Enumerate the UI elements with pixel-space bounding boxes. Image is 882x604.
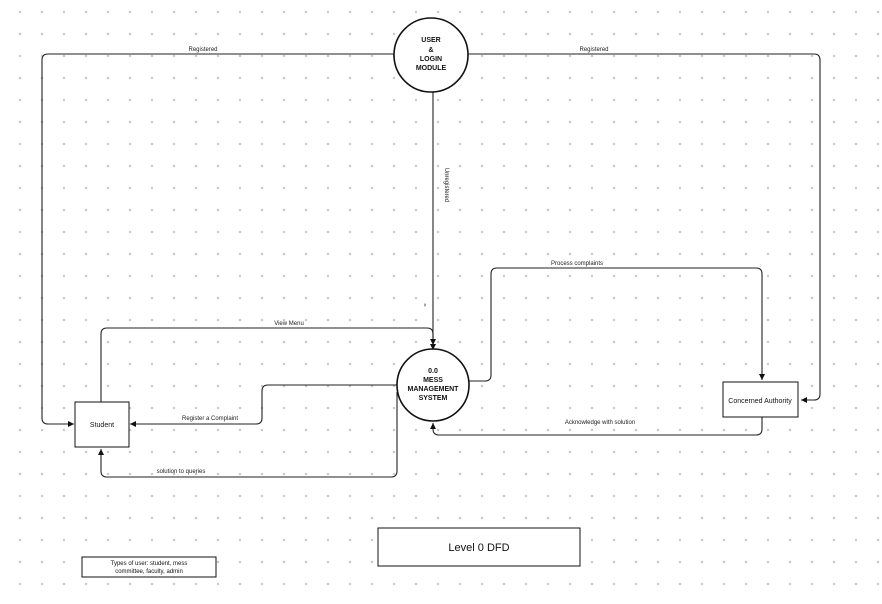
process-user-login-line: MODULE bbox=[416, 65, 447, 72]
dfd-canvas: USER & LOGIN MODULE 0.0 MESS MANAGEMENT … bbox=[41, 17, 821, 578]
label-acknowledge: Acknowledge with solution bbox=[565, 420, 635, 426]
process-user-login-line: & bbox=[428, 47, 433, 54]
label-registered-left: Registered bbox=[188, 47, 217, 53]
flow-process-complaints bbox=[469, 267, 765, 382]
note-line-1: Types of user: student, mess bbox=[111, 561, 188, 567]
process-mess-line: MESS bbox=[423, 377, 443, 384]
flow-registered-left bbox=[41, 53, 394, 427]
diagram-title: Level 0 DFD bbox=[448, 542, 509, 554]
flow-solution-queries bbox=[98, 392, 398, 478]
process-user-login[interactable]: USER & LOGIN MODULE bbox=[393, 17, 469, 93]
flow-register-complaint bbox=[130, 384, 397, 427]
label-unregistered: Unregistered bbox=[443, 168, 449, 202]
user-types-note: Types of user: student, mess committee, … bbox=[81, 556, 217, 578]
process-mess-line: MANAGEMENT bbox=[408, 386, 460, 393]
flow-view-menu bbox=[100, 327, 436, 402]
entity-student[interactable]: Student bbox=[74, 401, 130, 448]
process-user-login-line: LOGIN bbox=[420, 56, 442, 63]
process-user-login-line: USER bbox=[421, 37, 440, 44]
entity-authority-label: Concerned Authority bbox=[728, 398, 792, 405]
label-registered-right: Registered bbox=[579, 47, 608, 53]
label-view-menu: View Menu bbox=[274, 321, 304, 327]
note-line-2: committee, faculty, admin bbox=[115, 569, 183, 575]
entity-student-label: Student bbox=[90, 422, 114, 429]
process-mess-line: 0.0 bbox=[428, 368, 438, 375]
process-mess-line: SYSTEM bbox=[419, 395, 448, 402]
flow-registered-right bbox=[468, 53, 821, 403]
stray-mark: ≈ bbox=[421, 303, 427, 307]
label-process-complaints: Process complaints bbox=[551, 261, 603, 267]
label-solution-queries: solution to queries bbox=[157, 469, 206, 475]
label-register-complaint: Register a Complaint bbox=[182, 416, 238, 422]
process-mess-management[interactable]: 0.0 MESS MANAGEMENT SYSTEM bbox=[396, 348, 470, 422]
entity-concerned-authority[interactable]: Concerned Authority bbox=[722, 381, 799, 418]
diagram-title-box: Level 0 DFD bbox=[377, 527, 581, 567]
